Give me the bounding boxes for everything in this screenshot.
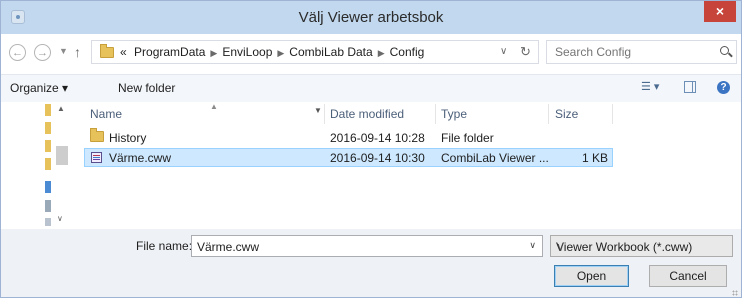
- column-header-date[interactable]: Date modified: [330, 102, 404, 126]
- forward-button[interactable]: →: [34, 44, 51, 61]
- file-list[interactable]: Name ▲ ▼ Date modified Type Size History…: [80, 102, 741, 229]
- computer-icon[interactable]: [45, 200, 51, 212]
- file-name-combobox[interactable]: ∨: [191, 235, 543, 257]
- organize-button[interactable]: Organize ▾: [10, 81, 68, 95]
- drive-icon[interactable]: [45, 218, 51, 226]
- chevron-right-icon[interactable]: ▶: [205, 48, 222, 58]
- search-icon[interactable]: [720, 46, 729, 55]
- breadcrumb: « ProgramData ▶ EnviLoop ▶ CombiLab Data ▶ Con…: [120, 45, 424, 59]
- list-item-selected[interactable]: Värme.cww 2016-09-14 10:30 CombiLab View…: [84, 148, 613, 167]
- preview-pane-icon[interactable]: [684, 81, 696, 93]
- file-name-input[interactable]: [195, 239, 519, 255]
- folder-icon[interactable]: [45, 104, 51, 116]
- column-header-type[interactable]: Type: [441, 102, 467, 126]
- refresh-icon[interactable]: ↻: [520, 44, 531, 60]
- breadcrumb-overflow[interactable]: «: [120, 45, 127, 59]
- column-header-size[interactable]: Size: [555, 102, 578, 126]
- file-type: CombiLab Viewer ...: [441, 151, 549, 165]
- chevron-down-icon[interactable]: ∨: [529, 240, 536, 251]
- file-size: 1 KB: [581, 151, 608, 165]
- new-folder-button[interactable]: New folder: [118, 81, 175, 95]
- back-button[interactable]: ←: [9, 44, 26, 61]
- navigation-pane[interactable]: ▲ ∨: [1, 102, 80, 229]
- address-bar[interactable]: « ProgramData ▶ EnviLoop ▶ CombiLab Data ▶ Con…: [91, 40, 539, 64]
- chevron-right-icon[interactable]: ▶: [272, 48, 289, 58]
- address-history-dropdown[interactable]: ∨: [500, 46, 507, 57]
- file-name-label: File name:: [136, 239, 193, 253]
- file-name: Värme.cww: [109, 151, 172, 165]
- breadcrumb-enviloop[interactable]: EnviLoop: [222, 45, 272, 59]
- file-type: File folder: [441, 131, 494, 145]
- name-column-dropdown-icon[interactable]: ▼: [314, 106, 322, 115]
- nav-scrollbar[interactable]: ▲ ∨: [54, 102, 70, 229]
- file-date: 2016-09-14 10:28: [330, 131, 425, 145]
- resize-grip[interactable]: [732, 290, 738, 296]
- file-name: History: [109, 131, 147, 145]
- list-item[interactable]: History 2016-09-14 10:28 File folder: [84, 128, 613, 148]
- up-button[interactable]: ↑: [74, 44, 81, 60]
- column-divider[interactable]: [435, 104, 436, 124]
- cancel-button[interactable]: Cancel: [649, 265, 727, 287]
- column-header-name[interactable]: Name ▲: [90, 102, 218, 126]
- folder-icon[interactable]: [45, 140, 51, 152]
- column-divider[interactable]: [612, 104, 613, 124]
- file-type-select[interactable]: Viewer Workbook (*.cww) ∨: [550, 235, 733, 257]
- file-open-dialog: Välj Viewer arbetsbok × ← → ▼ ↑ « Progra…: [0, 0, 742, 298]
- column-header-name-label: Name: [90, 107, 123, 121]
- folder-icon: [100, 44, 114, 58]
- scroll-thumb[interactable]: [56, 146, 68, 165]
- help-icon[interactable]: ?: [717, 81, 730, 94]
- close-button[interactable]: ×: [704, 1, 736, 22]
- column-divider[interactable]: [548, 104, 549, 124]
- breadcrumb-combilab-data[interactable]: CombiLab Data: [289, 45, 372, 59]
- window-title: Välj Viewer arbetsbok: [298, 9, 444, 26]
- folder-icon[interactable]: [45, 122, 51, 134]
- recent-locations-dropdown[interactable]: ▼: [59, 46, 68, 56]
- dialog-footer: File name: ∨ Viewer Workbook (*.cww) ∨ O…: [1, 229, 741, 297]
- sort-ascending-icon: ▲: [210, 102, 218, 111]
- folder-icon[interactable]: [45, 158, 51, 170]
- change-view-icon[interactable]: ☰ ▾: [641, 80, 659, 93]
- open-button[interactable]: Open: [554, 265, 629, 287]
- folder-icon: [90, 128, 104, 142]
- search-input[interactable]: [553, 44, 707, 60]
- breadcrumb-config[interactable]: Config: [390, 45, 425, 59]
- combilab-file-icon: [91, 152, 102, 163]
- breadcrumb-programdata[interactable]: ProgramData: [134, 45, 205, 59]
- toolbar: Organize ▾ New folder ☰ ▾ ?: [1, 75, 741, 102]
- scroll-up-icon[interactable]: ▲: [57, 104, 65, 113]
- scroll-down-icon[interactable]: ∨: [57, 214, 63, 223]
- column-divider[interactable]: [324, 104, 325, 124]
- libraries-icon[interactable]: [45, 181, 51, 193]
- chevron-down-icon[interactable]: ∨: [556, 240, 726, 254]
- title-bar[interactable]: Välj Viewer arbetsbok ×: [1, 1, 741, 34]
- search-box[interactable]: [546, 40, 737, 64]
- address-row: ← → ▼ ↑ « ProgramData ▶ EnviLoop ▶ CombiLab …: [1, 34, 741, 75]
- file-date: 2016-09-14 10:30: [330, 151, 425, 165]
- chevron-right-icon[interactable]: ▶: [373, 48, 390, 58]
